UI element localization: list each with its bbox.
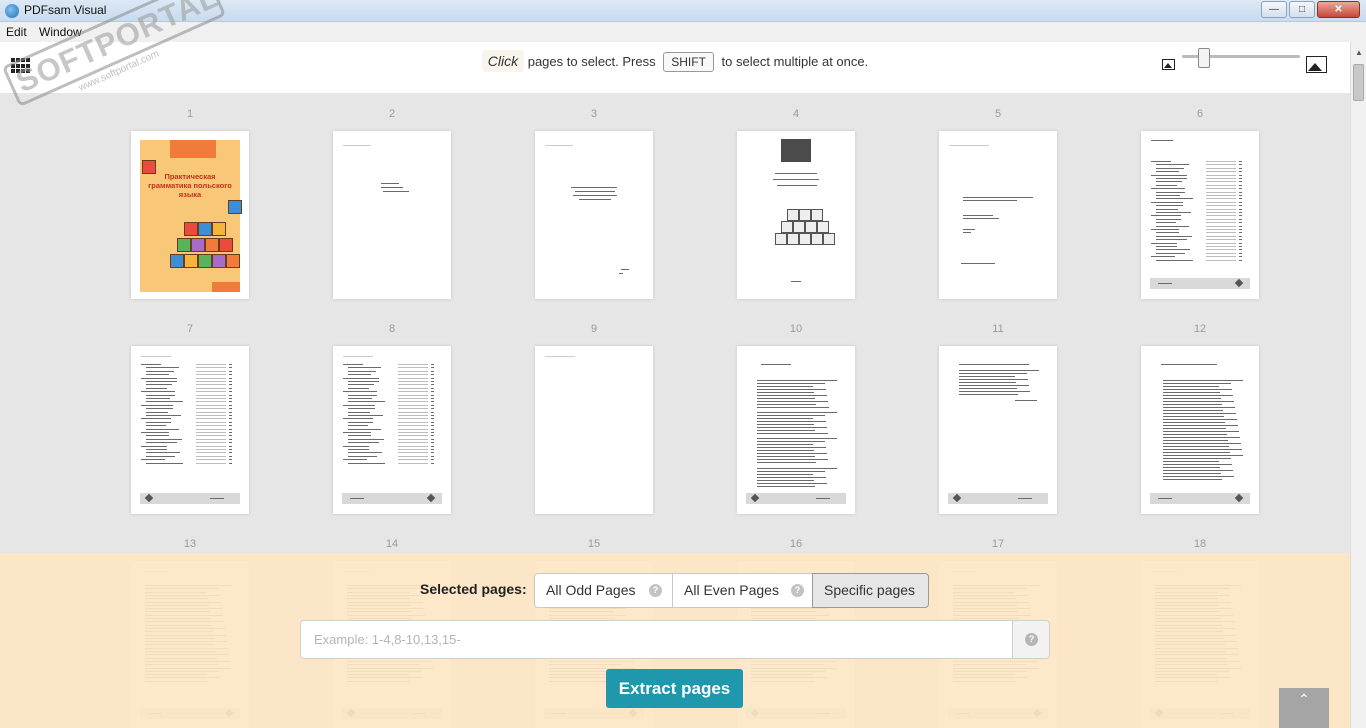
selected-pages-label: Selected pages: bbox=[420, 581, 527, 597]
window-title: PDFsam Visual bbox=[24, 3, 107, 17]
page-number: 6 bbox=[1196, 108, 1204, 120]
page-number: 2 bbox=[388, 108, 396, 120]
scrollbar-thumb[interactable] bbox=[1353, 64, 1364, 101]
page-preview[interactable] bbox=[737, 131, 855, 299]
page-preview[interactable] bbox=[535, 131, 653, 299]
help-icon: ? bbox=[1025, 633, 1038, 646]
menu-bar: Edit Window bbox=[0, 22, 1366, 42]
all-odd-pages-button[interactable]: All Odd Pages ? bbox=[534, 573, 673, 608]
page-selection-input[interactable]: Example: 1-4,8-10,13,15- bbox=[300, 620, 1013, 659]
page-number: 17 bbox=[991, 538, 1005, 550]
book-cover: Практическая грамматика польского языка bbox=[140, 140, 242, 292]
page-number: 13 bbox=[183, 538, 197, 550]
hint-text-1: pages to select. Press bbox=[527, 54, 656, 69]
toolbar: Click pages to select. Press SHIFT to se… bbox=[0, 42, 1350, 93]
scroll-up-arrow-icon[interactable]: ▲ bbox=[1355, 48, 1363, 57]
page-preview[interactable] bbox=[333, 346, 451, 514]
hint-click: Click bbox=[481, 50, 525, 72]
help-icon[interactable]: ? bbox=[791, 584, 804, 597]
title-plate bbox=[781, 139, 811, 162]
page-preview[interactable]: Практическая грамматика польского языка bbox=[131, 131, 249, 299]
image-small-icon[interactable] bbox=[1162, 59, 1175, 70]
window-controls: — □ ✕ bbox=[1261, 1, 1360, 18]
page-preview[interactable] bbox=[1141, 131, 1259, 299]
page-number: 5 bbox=[994, 108, 1002, 120]
page-preview[interactable] bbox=[939, 131, 1057, 299]
all-odd-pages-label: All Odd Pages bbox=[546, 582, 636, 598]
page-number: 15 bbox=[587, 538, 601, 550]
menu-edit[interactable]: Edit bbox=[6, 25, 27, 39]
minimize-button[interactable]: — bbox=[1261, 1, 1287, 18]
extract-pages-button[interactable]: Extract pages bbox=[606, 669, 743, 708]
page-preview[interactable] bbox=[131, 346, 249, 514]
close-button[interactable]: ✕ bbox=[1317, 1, 1360, 18]
page-number: 3 bbox=[590, 108, 598, 120]
all-even-pages-button[interactable]: All Even Pages ? bbox=[672, 573, 813, 608]
page-number: 11 bbox=[992, 323, 1004, 335]
page-number: 14 bbox=[385, 538, 399, 550]
page-preview[interactable] bbox=[1141, 346, 1259, 514]
page-preview[interactable] bbox=[737, 346, 855, 514]
page-selection-placeholder: Example: 1-4,8-10,13,15- bbox=[314, 632, 461, 647]
menu-window[interactable]: Window bbox=[39, 25, 82, 39]
page-preview[interactable] bbox=[535, 346, 653, 514]
hint-text-2: to select multiple at once. bbox=[721, 54, 869, 69]
zoom-slider-thumb[interactable] bbox=[1198, 48, 1210, 68]
vertical-scrollbar[interactable]: ▲ bbox=[1350, 42, 1366, 728]
selection-hint: Click pages to select. Press SHIFT to se… bbox=[0, 50, 1350, 72]
help-icon[interactable]: ? bbox=[649, 584, 662, 597]
page-number: 18 bbox=[1193, 538, 1207, 550]
extract-panel: Selected pages: All Odd Pages ? All Even… bbox=[0, 553, 1350, 728]
app-icon bbox=[5, 4, 19, 18]
page-preview[interactable] bbox=[939, 346, 1057, 514]
title-bar: PDFsam Visual — □ ✕ bbox=[0, 0, 1366, 22]
specific-pages-button[interactable]: Specific pages bbox=[812, 573, 929, 608]
specific-pages-label: Specific pages bbox=[824, 582, 916, 598]
image-large-icon[interactable] bbox=[1306, 56, 1327, 73]
page-selection-help-button[interactable]: ? bbox=[1012, 620, 1050, 659]
scroll-to-top-button[interactable]: ⌃ bbox=[1279, 688, 1329, 728]
page-number: 9 bbox=[590, 323, 598, 335]
page-preview[interactable] bbox=[333, 131, 451, 299]
page-number: 10 bbox=[789, 323, 803, 335]
page-number: 8 bbox=[388, 323, 396, 335]
all-even-pages-label: All Even Pages bbox=[684, 582, 779, 598]
page-number: 1 bbox=[186, 108, 194, 120]
hint-shift-key: SHIFT bbox=[663, 52, 714, 72]
cover-title: Практическая грамматика польского языка bbox=[148, 172, 232, 199]
page-number: 7 bbox=[186, 323, 194, 335]
maximize-button[interactable]: □ bbox=[1289, 1, 1315, 18]
page-number: 16 bbox=[789, 538, 803, 550]
page-number: 4 bbox=[792, 108, 800, 120]
page-number: 12 bbox=[1193, 323, 1207, 335]
